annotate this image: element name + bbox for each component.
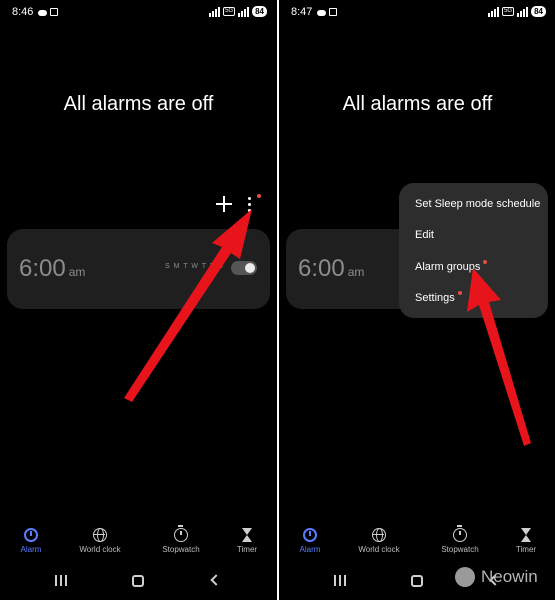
tab-stopwatch[interactable]: Stopwatch bbox=[146, 525, 216, 554]
menu-item-alarm-groups[interactable]: Alarm groups bbox=[415, 260, 488, 273]
alarm-time: 6:00 am bbox=[298, 255, 364, 283]
alarm-toggle[interactable] bbox=[231, 261, 257, 275]
watermark-text: Neowin bbox=[481, 567, 538, 586]
neowin-logo-icon bbox=[455, 567, 475, 587]
hourglass-icon bbox=[242, 528, 252, 542]
overflow-menu: Set Sleep mode schedule Edit Alarm group… bbox=[399, 183, 548, 318]
wifi-signal-icon bbox=[488, 6, 500, 17]
notification-dot bbox=[457, 291, 462, 295]
recents-icon[interactable] bbox=[334, 575, 346, 586]
status-bar: 8:47 5G 84 bbox=[291, 6, 546, 20]
tab-label: World clock bbox=[358, 545, 400, 554]
gallery-icon bbox=[329, 8, 337, 16]
alarm-card[interactable]: 6:00 am bbox=[286, 229, 416, 309]
menu-item-sleep-mode-schedule[interactable]: Set Sleep mode schedule bbox=[415, 198, 540, 210]
menu-item-label: Alarm groups bbox=[415, 261, 481, 273]
wifi-signal-icon bbox=[209, 6, 221, 17]
network-badge: 5G bbox=[502, 7, 515, 16]
more-options-button[interactable] bbox=[247, 194, 261, 213]
tab-label: Stopwatch bbox=[441, 545, 479, 554]
menu-item-settings[interactable]: Settings bbox=[415, 291, 462, 304]
alarm-time-value: 6:00 bbox=[19, 255, 66, 282]
tab-label: Stopwatch bbox=[162, 545, 200, 554]
tab-alarm[interactable]: Alarm bbox=[279, 528, 345, 554]
globe-icon bbox=[372, 528, 386, 542]
stopwatch-icon bbox=[453, 525, 467, 542]
back-icon[interactable] bbox=[210, 574, 222, 586]
cloud-icon bbox=[317, 10, 326, 16]
menu-item-label: Settings bbox=[415, 292, 455, 304]
alarm-time: 6:00 am bbox=[19, 255, 85, 283]
tab-world-clock[interactable]: World clock bbox=[65, 528, 135, 554]
notification-dot bbox=[257, 194, 261, 198]
tab-label: World clock bbox=[79, 545, 121, 554]
globe-icon bbox=[93, 528, 107, 542]
gallery-icon bbox=[50, 8, 58, 16]
stopwatch-icon bbox=[174, 525, 188, 542]
cell-signal-icon bbox=[517, 6, 529, 17]
tab-stopwatch[interactable]: Stopwatch bbox=[425, 525, 495, 554]
status-time: 8:46 bbox=[12, 6, 34, 18]
menu-item-label: Set Sleep mode schedule bbox=[415, 198, 541, 210]
battery-indicator: 84 bbox=[252, 6, 267, 17]
alarm-icon bbox=[303, 528, 317, 542]
neowin-watermark: Neowin bbox=[455, 565, 550, 591]
alarm-ampm: am bbox=[347, 265, 365, 279]
alarm-icon bbox=[24, 528, 38, 542]
home-icon[interactable] bbox=[132, 575, 144, 587]
notification-dot bbox=[483, 260, 488, 264]
alarm-repeat-days: S M T W T F S bbox=[165, 263, 224, 270]
alarms-status-heading: All alarms are off bbox=[342, 93, 493, 115]
bottom-navigation: Alarm World clock Stopwatch Timer bbox=[279, 525, 555, 560]
phone-screen-right: 8:47 5G 84 All alarms are off 6:00 am Set… bbox=[279, 0, 555, 600]
alarms-status-heading: All alarms are off bbox=[63, 93, 214, 115]
cloud-icon bbox=[38, 10, 47, 16]
tab-alarm[interactable]: Alarm bbox=[0, 528, 66, 554]
system-navigation-bar bbox=[0, 572, 277, 590]
alarm-card[interactable]: 6:00 am S M T W T F S bbox=[7, 229, 270, 309]
recents-icon[interactable] bbox=[55, 575, 67, 586]
status-time: 8:47 bbox=[291, 6, 313, 18]
hourglass-icon bbox=[521, 528, 531, 542]
network-badge: 5G bbox=[223, 7, 236, 16]
menu-item-label: Edit bbox=[415, 229, 434, 241]
bottom-navigation: Alarm World clock Stopwatch Timer bbox=[0, 525, 277, 560]
tab-timer[interactable]: Timer bbox=[212, 528, 277, 554]
cell-signal-icon bbox=[238, 6, 250, 17]
battery-indicator: 84 bbox=[531, 6, 546, 17]
tab-label: Alarm bbox=[299, 545, 321, 554]
menu-item-edit[interactable]: Edit bbox=[415, 229, 434, 241]
add-alarm-button[interactable] bbox=[216, 196, 232, 212]
tab-timer[interactable]: Timer bbox=[491, 528, 555, 554]
home-icon[interactable] bbox=[411, 575, 423, 587]
tab-label: Timer bbox=[236, 545, 258, 554]
phone-screen-left: 8:46 5G 84 All alarms are off 6:00 am S M… bbox=[0, 0, 277, 600]
alarm-ampm: am bbox=[68, 265, 86, 279]
status-bar: 8:46 5G 84 bbox=[12, 6, 267, 20]
tab-label: Timer bbox=[515, 545, 537, 554]
tab-world-clock[interactable]: World clock bbox=[344, 528, 414, 554]
tab-label: Alarm bbox=[20, 545, 42, 554]
alarm-time-value: 6:00 bbox=[298, 255, 345, 282]
